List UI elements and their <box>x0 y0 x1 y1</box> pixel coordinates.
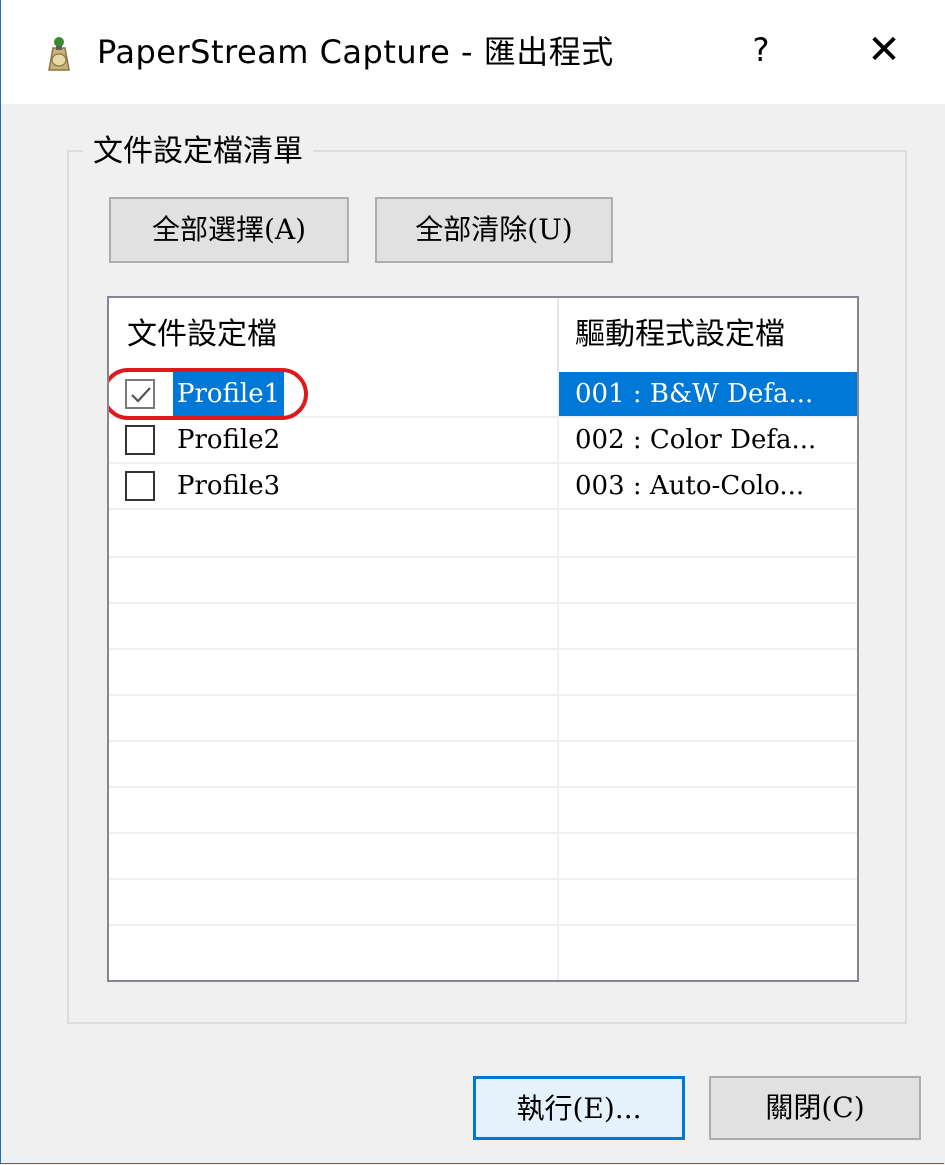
profile-listview[interactable]: 文件設定檔 驅動程式設定檔 Profile1 001 : B&W Defa...… <box>107 296 859 982</box>
empty-row-line <box>109 694 857 696</box>
run-button[interactable]: 執行(E)... <box>473 1076 685 1140</box>
help-button[interactable]: ? <box>743 28 779 72</box>
close-window-button[interactable]: ✕ <box>859 28 909 72</box>
empty-row-line <box>109 740 857 742</box>
list-row-profile1[interactable]: Profile1 001 : B&W Defa... <box>109 368 857 420</box>
clear-all-button[interactable]: 全部清除(U) <box>375 197 613 263</box>
select-all-button[interactable]: 全部選擇(A) <box>109 197 349 263</box>
empty-row-line <box>109 924 857 926</box>
profile-cell: Profile2 <box>109 418 557 462</box>
profile3-checkbox[interactable] <box>125 471 155 501</box>
profile2-checkbox[interactable] <box>125 425 155 455</box>
column-header-document-profile[interactable]: 文件設定檔 <box>109 298 557 372</box>
groupbox-title: 文件設定檔清單 <box>83 132 313 172</box>
profile-cell: Profile3 <box>109 464 557 508</box>
paperstream-app-icon <box>48 37 70 71</box>
export-dialog: PaperStream Capture - 匯出程式 ? ✕ 文件設定檔清單 全… <box>0 0 945 1164</box>
empty-row-line <box>109 832 857 834</box>
column-header-driver-profile[interactable]: 驅動程式設定檔 <box>559 298 857 372</box>
list-row-profile2[interactable]: Profile2 002 : Color Defa... <box>109 418 857 464</box>
empty-row-line <box>109 602 857 604</box>
title-bar: PaperStream Capture - 匯出程式 ? ✕ <box>1 0 945 104</box>
close-button[interactable]: 關閉(C) <box>709 1076 921 1140</box>
profile-name: Profile3 <box>177 471 281 501</box>
driver-profile-cell: 003 : Auto-Colo... <box>575 471 805 501</box>
highlight-annotation <box>109 368 308 420</box>
empty-row-line <box>109 878 857 880</box>
empty-row-line <box>109 556 857 558</box>
empty-row-line <box>109 786 857 788</box>
empty-row-line <box>109 648 857 650</box>
driver-profile-cell: 001 : B&W Defa... <box>559 372 857 416</box>
profile-name: Profile2 <box>177 425 281 455</box>
profile-cell: Profile1 <box>109 368 557 420</box>
driver-profile-cell: 002 : Color Defa... <box>575 425 817 455</box>
list-row-profile3[interactable]: Profile3 003 : Auto-Colo... <box>109 464 857 510</box>
window-title: PaperStream Capture - 匯出程式 <box>97 33 614 71</box>
